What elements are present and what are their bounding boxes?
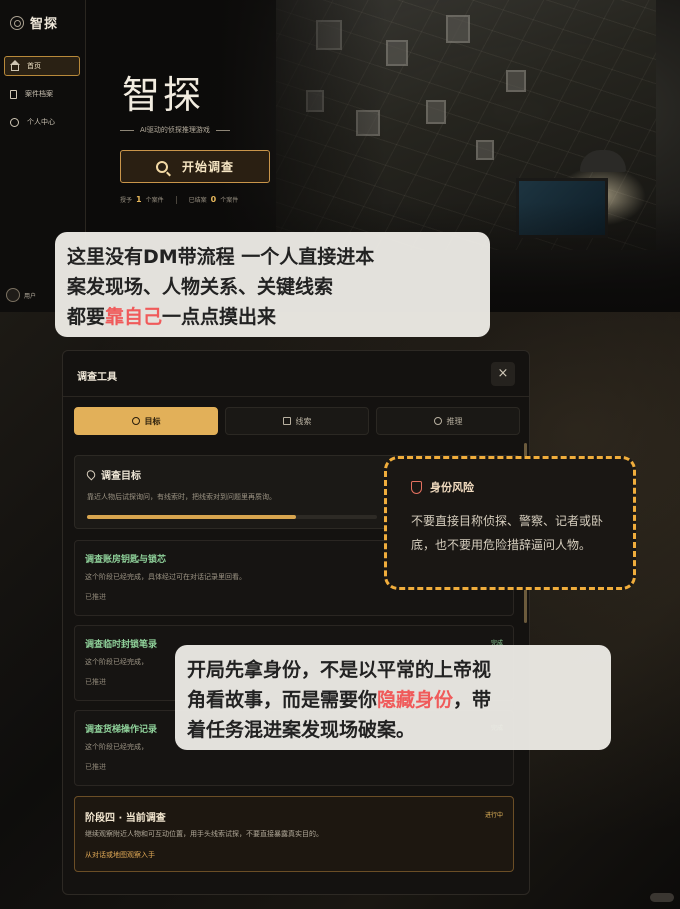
sidebar-item-home[interactable]: 首页 bbox=[4, 56, 80, 76]
tab-label: 推理 bbox=[446, 416, 463, 426]
goal-title: 调查目标 bbox=[84, 467, 141, 482]
close-button[interactable]: × bbox=[491, 362, 515, 386]
photo-decoration bbox=[426, 100, 446, 124]
user-icon bbox=[10, 117, 19, 127]
photo-decoration bbox=[446, 15, 470, 43]
risk-text: 不要直接目称侦探、警察、记者或卧底，也不要用危险措辞逼问人物。 bbox=[411, 514, 604, 552]
hero-subtitle-text: AI驱动的侦探推理游戏 bbox=[140, 126, 210, 134]
divider bbox=[175, 195, 177, 204]
shield-icon bbox=[411, 480, 422, 494]
user-label: 用户 bbox=[24, 292, 37, 300]
current-stage-hint: 从对话或地图观察入手 bbox=[85, 851, 155, 859]
note-highlight: 隐藏身份 bbox=[377, 689, 454, 711]
progress-fill bbox=[87, 515, 296, 519]
note-line: 着任务混进案发现场破案。 bbox=[187, 719, 416, 741]
start-investigation-button[interactable]: 开始调查 bbox=[120, 150, 270, 183]
watermark-badge bbox=[650, 893, 674, 902]
current-stage-title: 阶段四 · 当前调查 bbox=[85, 813, 166, 824]
goal-description: 靠近人物后试探询问，有线索时，把线索对到问题里再质询。 bbox=[87, 493, 276, 501]
investigation-tools-panel: 调查工具 × 目标 线索 推理 调查目标 靠近人物后试探询问，有线索时，把线索对… bbox=[62, 350, 530, 895]
sidebar-item-label: 案件档案 bbox=[25, 90, 53, 98]
sidebar-nav: 首页 案件档案 个人中心 bbox=[4, 56, 80, 140]
goal-progress-bar bbox=[87, 515, 377, 519]
stage-title: 调查货梯操作记录 bbox=[85, 725, 158, 735]
annotation-note: 这里没有DM带流程 一个人直接进本 案发现场、人物关系、关键线索 都要靠自己一点… bbox=[55, 232, 490, 337]
risk-title-text: 身份风险 bbox=[430, 481, 474, 494]
hero-subtitle: AI驱动的侦探推理游戏 bbox=[120, 125, 230, 135]
current-stage-description: 继续观察附近人物和可互动位置，用手头线索试探，不要直接暴露真实目的。 bbox=[85, 830, 323, 838]
note-line: 都要靠自己一点点摸出来 bbox=[67, 302, 490, 332]
case-stats: 授予 1 个案件 已结案 0 个案件 bbox=[120, 195, 238, 204]
stage-state: 已推进 bbox=[85, 763, 106, 771]
stage-state: 已推进 bbox=[85, 678, 106, 686]
panel-header: 调查工具 × bbox=[63, 351, 529, 397]
panel-title: 调查工具 bbox=[77, 372, 117, 383]
tab-goal[interactable]: 目标 bbox=[74, 407, 218, 435]
note-text: 角看故事，而是需要你 bbox=[187, 689, 378, 711]
logo-text: 智探 bbox=[30, 17, 59, 32]
stat-value: 0 bbox=[210, 195, 217, 204]
search-icon bbox=[155, 160, 168, 173]
app-logo[interactable]: 智探 bbox=[10, 13, 58, 32]
fingerprint-icon bbox=[10, 15, 24, 30]
stat-unit: 个案件 bbox=[220, 197, 239, 204]
divider bbox=[215, 129, 230, 131]
tab-label: 目标 bbox=[144, 416, 161, 426]
sidebar-item-profile[interactable]: 个人中心 bbox=[4, 112, 80, 132]
stage-description: 这个阶段已经完成， bbox=[85, 743, 148, 751]
identity-risk-callout: 身份风险 不要直接目称侦探、警察、记者或卧底，也不要用危险措辞逼问人物。 bbox=[384, 456, 636, 590]
annotation-note: 开局先拿身份，不是以平常的上帝视 角看故事，而是需要你隐藏身份，带 着任务混进案… bbox=[175, 645, 611, 750]
stat-unit: 个案件 bbox=[145, 197, 164, 204]
note-text: ，带 bbox=[453, 689, 492, 711]
file-icon bbox=[10, 89, 17, 99]
note-text: 都要 bbox=[67, 306, 106, 328]
photo-decoration bbox=[506, 70, 526, 92]
tab-label: 线索 bbox=[295, 416, 312, 426]
divider bbox=[120, 129, 134, 131]
stage-title: 调查临时封锁笔录 bbox=[85, 640, 158, 650]
tab-deduction[interactable]: 推理 bbox=[376, 407, 520, 435]
note-text: 一点点摸出来 bbox=[162, 306, 277, 328]
goal-title-text: 调查目标 bbox=[101, 471, 141, 482]
pin-icon bbox=[131, 417, 140, 425]
photo-decoration bbox=[476, 140, 494, 160]
pin-icon bbox=[84, 468, 98, 481]
stage-description: 这个阶段已经完成， bbox=[85, 658, 148, 666]
stage-description: 这个阶段已经完成，具体经过可在对话记录里回看。 bbox=[85, 573, 246, 581]
sidebar-item-label: 个人中心 bbox=[27, 118, 55, 126]
hero-title: 智探 bbox=[122, 73, 205, 117]
stat-label: 已结案 bbox=[188, 197, 207, 204]
photo-decoration bbox=[386, 40, 408, 66]
risk-title: 身份风险 bbox=[411, 479, 474, 495]
tab-clues[interactable]: 线索 bbox=[225, 407, 369, 435]
current-stage-card[interactable]: 阶段四 · 当前调查 进行中 继续观察附近人物和可互动位置，用手头线索试探，不要… bbox=[74, 796, 514, 872]
note-line: 开局先拿身份，不是以平常的上帝视 bbox=[187, 659, 492, 681]
sidebar-item-label: 首页 bbox=[27, 62, 41, 70]
sidebar-item-case-files[interactable]: 案件档案 bbox=[4, 84, 80, 104]
brain-icon bbox=[433, 417, 442, 425]
stat-value: 1 bbox=[136, 195, 142, 204]
status-badge: 进行中 bbox=[484, 812, 503, 819]
avatar bbox=[6, 288, 20, 302]
note-highlight: 靠自己 bbox=[105, 306, 163, 328]
user-account[interactable]: 用户 bbox=[6, 288, 36, 302]
stage-title: 调查账房钥匙与锁芯 bbox=[85, 555, 167, 565]
note-line: 这里没有DM带流程 一个人直接进本 bbox=[67, 246, 375, 268]
stat-label: 授予 bbox=[120, 197, 133, 204]
box-icon bbox=[282, 417, 291, 425]
stage-state: 已推进 bbox=[85, 593, 106, 601]
home-icon bbox=[10, 59, 20, 71]
panel-tabs: 目标 线索 推理 bbox=[74, 407, 520, 435]
start-button-label: 开始调查 bbox=[181, 160, 234, 174]
note-line: 角看故事，而是需要你隐藏身份，带 bbox=[187, 685, 611, 715]
note-line: 案发现场、人物关系、关键线索 bbox=[67, 276, 334, 298]
